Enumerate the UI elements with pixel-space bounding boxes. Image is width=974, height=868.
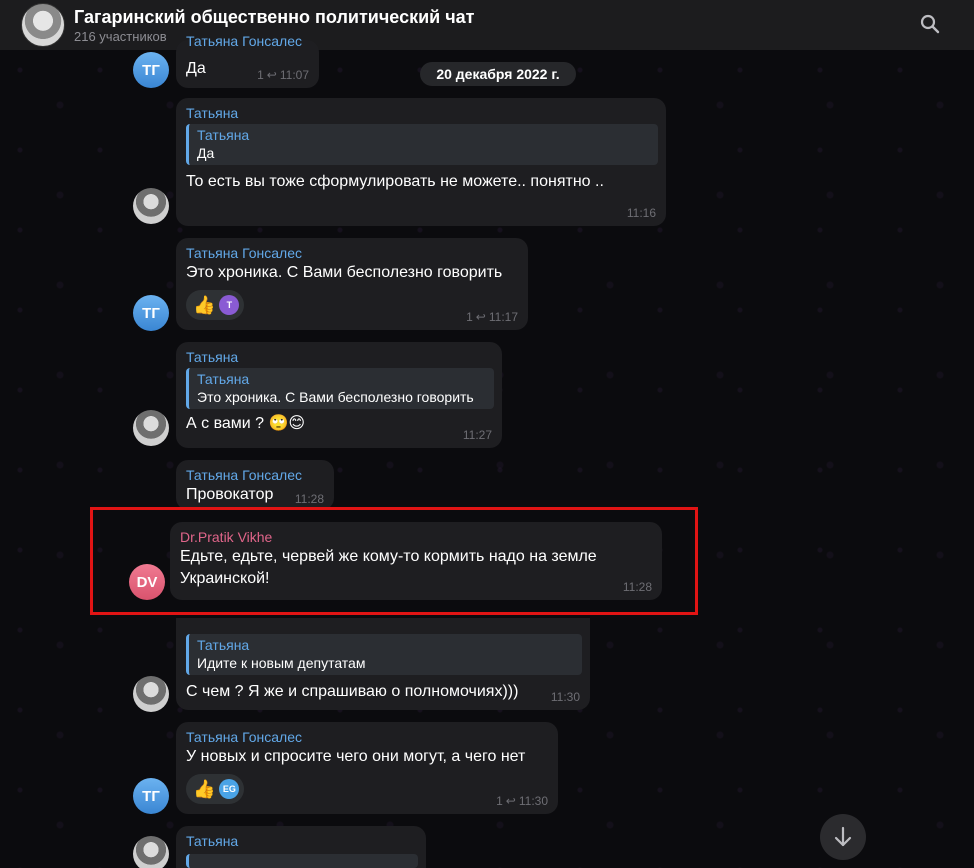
message-text: То есть вы тоже сформулировать не можете… — [186, 173, 604, 190]
message-bubble[interactable]: Татьяна — [176, 826, 426, 868]
quoted-reply[interactable]: Татьяна Идите к новым депутатам — [186, 634, 582, 675]
quoted-sender: Татьяна — [197, 127, 250, 143]
quoted-text: Идите к новым депутатам — [197, 655, 366, 671]
message-sender: Татьяна Гонсалес — [186, 245, 302, 261]
thumbs-up-icon: 👍 — [193, 295, 216, 315]
message-sender: Татьяна — [186, 833, 239, 849]
message-sender: Татьяна — [186, 349, 239, 365]
quoted-sender: Татьяна — [197, 637, 250, 653]
reply-arrow-icon: ↩ — [475, 310, 486, 324]
search-icon — [920, 14, 940, 34]
message-bubble[interactable]: Татьяна Гонсалес Провокатор 11:28 — [176, 460, 334, 510]
message-meta: 1 ↩ 11:07 — [257, 68, 309, 82]
reply-count: 1 — [257, 68, 264, 82]
thumbs-up-icon: 👍 — [193, 779, 216, 799]
user-avatar[interactable]: ТГ — [133, 52, 169, 88]
quoted-text: Да — [197, 145, 215, 161]
user-avatar[interactable] — [133, 836, 169, 868]
quoted-text: Это хроника. С Вами бесполезно говорить — [197, 389, 474, 405]
message-sender: Татьяна Гонсалес — [186, 467, 302, 483]
chat-header: Гагаринский общественно политический чат… — [0, 0, 974, 50]
reply-count: 1 — [466, 310, 473, 324]
chat-title: Гагаринский общественно политический чат — [74, 6, 475, 27]
message-text: А с вами ? 🙄😊 — [186, 415, 306, 432]
message-bubble[interactable]: Татьяна Идите к новым депутатам С чем ? … — [176, 618, 590, 710]
user-avatar[interactable]: ТГ — [133, 778, 169, 814]
message-sender: Татьяна — [186, 105, 239, 121]
search-button[interactable] — [916, 10, 944, 38]
user-avatar[interactable] — [133, 676, 169, 712]
reactor-avatar: T — [219, 295, 240, 315]
message-bubble[interactable]: Татьяна Татьяна Это хроника. С Вами бесп… — [176, 342, 502, 448]
message-bubble[interactable]: Татьяна Татьяна Да То есть вы тоже сформ… — [176, 98, 666, 226]
reactor-avatar: EG — [219, 779, 240, 799]
reaction-chip[interactable]: 👍 EG — [186, 774, 245, 804]
quoted-reply[interactable]: Татьяна Это хроника. С Вами бесполезно г… — [186, 368, 494, 409]
message-time: 11:07 — [279, 68, 309, 82]
message-meta: 11:27 — [463, 428, 492, 442]
quoted-reply[interactable] — [186, 854, 418, 868]
message-text: Это хроника. С Вами бесполезно говорить — [186, 264, 503, 281]
reply-arrow-icon: ↩ — [505, 794, 516, 808]
message-time: 11:30 — [550, 690, 580, 704]
reply-arrow-icon: ↩ — [266, 68, 277, 82]
date-separator: 20 декабря 2022 г. — [420, 62, 576, 86]
scroll-down-button[interactable] — [820, 814, 866, 860]
message-sender: Татьяна Гонсалес — [186, 729, 302, 745]
arrow-down-icon — [834, 826, 852, 847]
message-time: 11:16 — [626, 206, 656, 220]
message-time: 11:30 — [518, 794, 548, 808]
message-bubble[interactable]: Татьяна Гонсалес Да 1 ↩ 11:07 — [176, 33, 319, 88]
message-meta: 1 ↩ 11:30 — [496, 794, 548, 808]
message-meta: 1 ↩ 11:17 — [466, 310, 518, 324]
user-avatar[interactable] — [133, 410, 169, 446]
highlight-box — [90, 507, 698, 615]
message-time: 11:27 — [462, 428, 492, 442]
message-meta: 11:30 — [551, 690, 580, 704]
message-text: У новых и спросите чего они могут, а чег… — [186, 748, 526, 765]
user-avatar[interactable]: ТГ — [133, 295, 169, 331]
message-time: 11:28 — [294, 492, 324, 506]
reply-count: 1 — [496, 794, 503, 808]
message-meta: 11:28 — [295, 492, 324, 506]
message-text: С чем ? Я же и спрашиваю о полномочиях))… — [186, 683, 519, 700]
message-time: 11:17 — [488, 310, 518, 324]
chat-avatar[interactable] — [21, 3, 65, 47]
quoted-sender: Татьяна — [197, 371, 250, 387]
reaction-chip[interactable]: 👍 T — [186, 290, 245, 320]
message-sender: Татьяна Гонсалес — [186, 33, 302, 49]
quoted-reply[interactable]: Татьяна Да — [186, 124, 658, 165]
user-avatar[interactable] — [133, 188, 169, 224]
message-bubble[interactable]: Татьяна Гонсалес У новых и спросите чего… — [176, 722, 558, 814]
message-bubble[interactable]: Татьяна Гонсалес Это хроника. С Вами бес… — [176, 238, 528, 330]
message-meta: 11:16 — [627, 206, 656, 220]
